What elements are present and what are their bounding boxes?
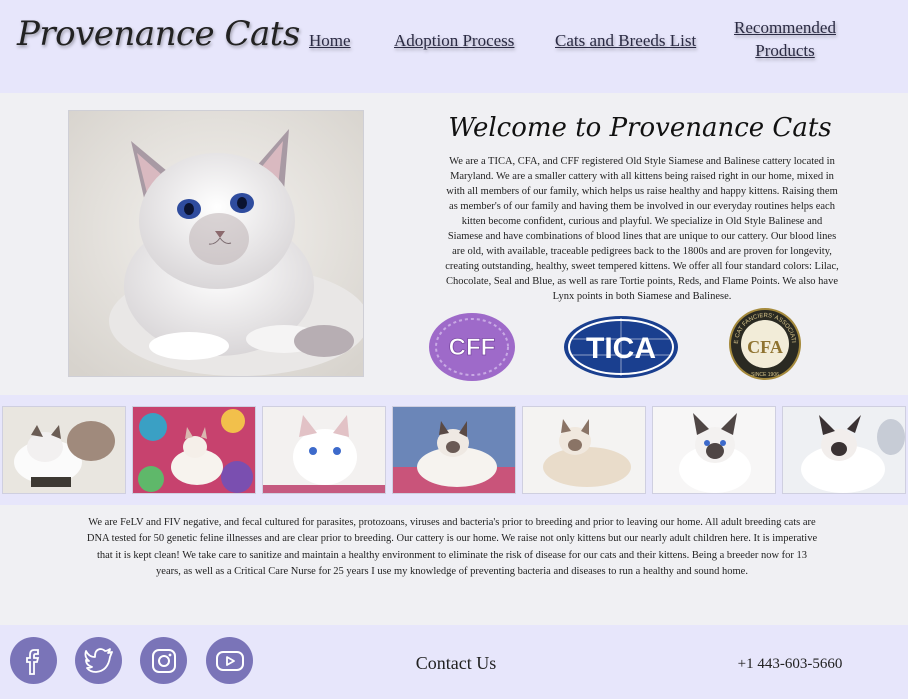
site-header: Provenance Cats Home Adoption Process Ca… <box>0 0 908 93</box>
twitter-icon[interactable] <box>75 637 122 684</box>
cfa-logo[interactable]: THE CAT FANCIERS' ASSOCIATION CFA SINCE … <box>726 302 802 382</box>
intro-paragraph: We are a TICA, CFA, and CFF registered O… <box>445 156 839 302</box>
site-footer: Contact Us +1 443-603-5660 <box>0 625 908 699</box>
kitten-gallery <box>0 395 908 505</box>
cfa-logo-year: SINCE 1906 <box>751 372 779 378</box>
health-statement: We are FeLV and FIV negative, and fecal … <box>86 517 818 577</box>
gallery-photo[interactable] <box>2 406 126 494</box>
instagram-icon[interactable] <box>140 637 187 684</box>
welcome-heading: Welcome to Provenance Cats <box>448 113 832 143</box>
nav-link-adoption-process[interactable]: Adoption Process <box>394 29 514 52</box>
gallery-photo[interactable] <box>652 406 776 494</box>
youtube-icon[interactable] <box>206 637 253 684</box>
nav-link-recommended-products[interactable]: Recommended Products <box>727 16 843 62</box>
gallery-photo[interactable] <box>262 406 386 494</box>
phone-number[interactable]: +1 443-603-5660 <box>720 656 860 673</box>
welcome-section: Welcome to Provenance Cats We are a TICA… <box>0 93 908 395</box>
cff-logo[interactable]: CFF <box>428 312 516 382</box>
facebook-icon[interactable] <box>10 637 57 684</box>
gallery-photo[interactable] <box>132 406 256 494</box>
site-logo[interactable]: Provenance Cats <box>17 14 300 54</box>
contact-us-link[interactable]: Contact Us <box>400 653 512 674</box>
nav-link-home[interactable]: Home <box>309 29 351 52</box>
cfa-logo-initials: CFA <box>747 337 783 357</box>
gallery-photo[interactable] <box>522 406 646 494</box>
tica-logo[interactable]: TICA <box>563 315 679 379</box>
tica-logo-text: TICA <box>586 332 656 365</box>
gallery-photo[interactable] <box>782 406 906 494</box>
hero-kitten-photo <box>68 110 364 377</box>
gallery-photo[interactable] <box>392 406 516 494</box>
cff-logo-text: CFF <box>449 334 496 361</box>
nav-link-cats-and-breeds[interactable]: Cats and Breeds List <box>555 29 696 52</box>
